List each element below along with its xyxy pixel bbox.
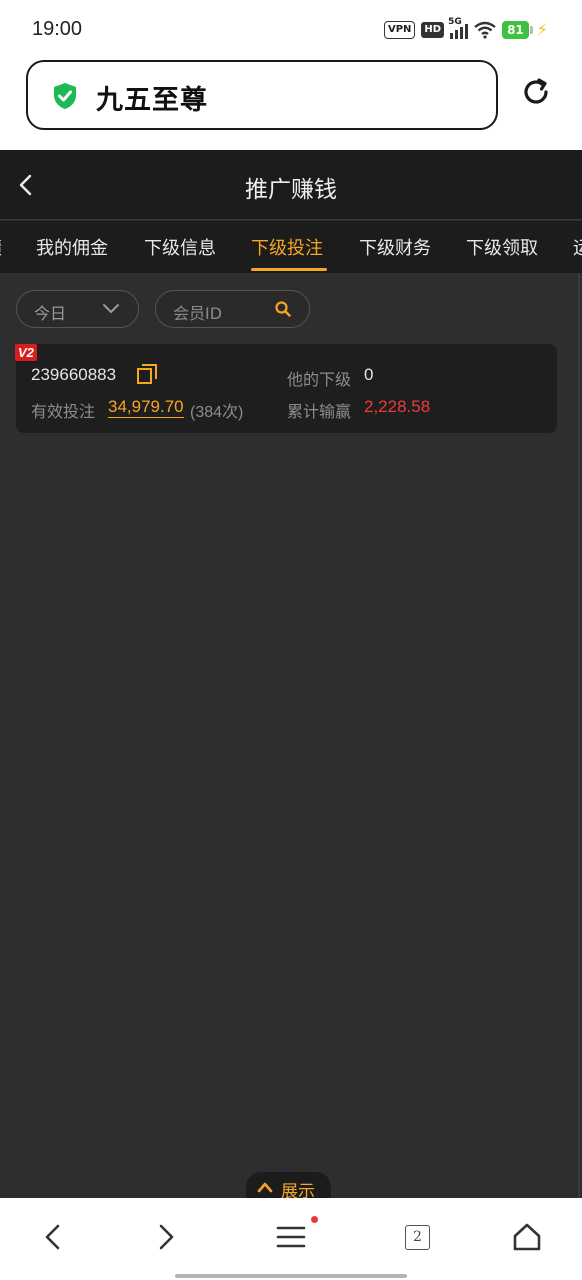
subordinates-value: 0: [364, 365, 374, 384]
wifi-icon: [474, 21, 496, 39]
browser-back-icon[interactable]: [39, 1222, 69, 1252]
tab-sub-finance[interactable]: 下级财务: [359, 234, 431, 260]
tab-bar: 绩 我的佣金 下级信息 下级投注 下级财务 下级领取 运: [0, 221, 582, 273]
notification-dot: [311, 1216, 318, 1223]
home-icon[interactable]: [512, 1222, 542, 1252]
member-id-search[interactable]: 会员ID: [155, 290, 310, 328]
member-id: 239660883: [31, 365, 117, 384]
scrollbar-track: [578, 273, 580, 1198]
tab-partial-right[interactable]: 运: [573, 234, 582, 260]
page-title: 推广赚钱: [245, 177, 337, 203]
tab-sub-info[interactable]: 下级信息: [144, 234, 216, 260]
tab-count: 2: [413, 1229, 422, 1245]
address-bar[interactable]: 九五至尊: [26, 60, 498, 130]
subordinates-label: 他的下级: [287, 370, 352, 389]
chevron-up-icon: [257, 1182, 273, 1193]
tab-partial-left[interactable]: 绩: [0, 234, 2, 260]
charging-icon: ⚡: [536, 20, 548, 39]
cellular-signal-icon: 5G: [448, 17, 469, 39]
address-text: 九五至尊: [96, 85, 208, 116]
shield-check-icon: [54, 83, 76, 109]
date-filter-value: 今日: [34, 304, 67, 323]
search-icon[interactable]: [275, 301, 291, 317]
total-win-loss-value: 2,228.58: [364, 397, 431, 416]
vpn-icon: VPN: [383, 20, 416, 39]
browser-toolbar: 九五至尊: [0, 58, 582, 150]
tab-sub-bets[interactable]: 下级投注: [251, 234, 323, 260]
reload-icon[interactable]: [520, 76, 552, 108]
menu-icon[interactable]: [276, 1222, 306, 1252]
status-bar: 19:00 VPN HD 5G 81 ⚡: [0, 0, 582, 58]
app-header: 推广赚钱: [0, 150, 582, 220]
network-type: 5G: [448, 16, 462, 27]
active-tab-indicator: [251, 268, 327, 271]
tab-sub-claims[interactable]: 下级领取: [466, 234, 538, 260]
gesture-home-indicator[interactable]: [175, 1274, 407, 1278]
total-win-loss-label: 累计输赢: [287, 402, 352, 421]
battery-icon: 81: [502, 20, 533, 39]
member-id-placeholder: 会员ID: [173, 304, 223, 323]
vip-level-badge: V2: [15, 344, 37, 361]
date-filter-dropdown[interactable]: 今日: [16, 290, 139, 328]
browser-bottom-bar: 2: [0, 1198, 582, 1280]
valid-bet-label: 有效投注: [31, 402, 96, 421]
hd-icon: HD: [421, 21, 445, 38]
bet-count: (384次): [190, 404, 244, 421]
browser-forward-icon[interactable]: [150, 1222, 180, 1252]
chevron-down-icon: [103, 304, 119, 313]
member-bet-card: V2 239660883 有效投注 34,979.70 (384次) 他的下级 …: [15, 344, 557, 433]
status-icons: VPN HD 5G 81 ⚡: [383, 17, 548, 39]
status-time: 19:00: [32, 18, 83, 40]
tabs-button[interactable]: 2: [405, 1225, 430, 1250]
valid-bet-value[interactable]: 34,979.70: [108, 397, 184, 418]
tab-my-commission[interactable]: 我的佣金: [36, 234, 108, 260]
copy-icon[interactable]: [136, 363, 158, 385]
